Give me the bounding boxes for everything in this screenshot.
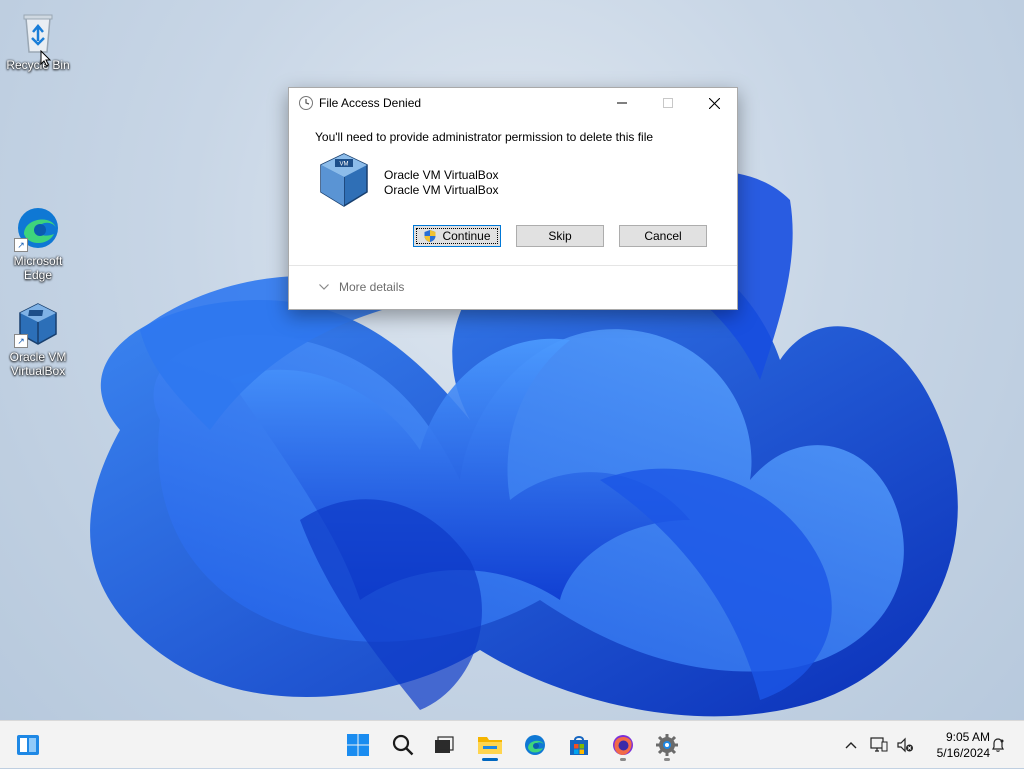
skip-button-label: Skip	[548, 229, 572, 243]
uac-shield-icon	[424, 230, 436, 242]
folder-icon	[478, 737, 502, 754]
taskbar-firefox-button[interactable]	[605, 727, 641, 763]
file-access-denied-dialog: File Access Denied You'll need to provid…	[288, 87, 738, 310]
maximize-button	[645, 88, 691, 118]
file-name: Oracle VM VirtualBox Oracle VM VirtualBo…	[384, 168, 499, 198]
dialog-message: You'll need to provide administrator per…	[315, 130, 654, 144]
desktop-icon-label: Recycle Bin	[6, 58, 70, 72]
windows-start-icon	[347, 734, 369, 756]
network-status-button[interactable]	[866, 721, 892, 769]
desktop-icon-recycle-bin[interactable]: Recycle Bin	[6, 8, 70, 72]
taskbar-start-button[interactable]	[340, 727, 376, 763]
store-icon	[570, 736, 588, 755]
cancel-button[interactable]: Cancel	[619, 225, 707, 247]
desktop-icon-edge[interactable]: ↗ Microsoft Edge	[6, 204, 70, 282]
search-icon	[392, 734, 414, 756]
minimize-icon	[617, 102, 627, 104]
taskbar-clock[interactable]: 9:05 AM 5/16/2024	[918, 729, 990, 761]
running-indicator	[482, 758, 498, 761]
notification-bell-icon	[992, 738, 1004, 752]
mouse-cursor-icon	[40, 50, 52, 67]
desktop-icon-label: Microsoft Edge	[13, 254, 63, 282]
volume-button[interactable]	[893, 721, 917, 769]
show-hidden-icons-button[interactable]	[840, 721, 862, 769]
svg-text:VM: VM	[340, 162, 349, 168]
dialog-title: File Access Denied	[319, 96, 422, 110]
edge-icon: ↗	[14, 204, 62, 252]
running-indicator	[664, 758, 670, 761]
more-details-toggle[interactable]: More details	[319, 280, 404, 294]
continue-button[interactable]: Continue	[413, 225, 501, 247]
virtualbox-file-icon: VM	[317, 150, 371, 210]
gear-icon	[656, 734, 678, 756]
task-view-icon	[435, 736, 454, 753]
file-name-line: Oracle VM VirtualBox	[384, 183, 499, 197]
continue-button-label: Continue	[442, 229, 491, 243]
close-icon	[708, 97, 720, 109]
desktop-icon-label: Oracle VM VirtualBox	[9, 350, 67, 378]
taskbar-file-explorer-button[interactable]	[472, 727, 508, 763]
desktop-icon-virtualbox[interactable]: ↗ Oracle VM VirtualBox	[6, 300, 70, 378]
chevron-down-icon	[319, 284, 329, 290]
close-button[interactable]	[691, 88, 737, 118]
clock-icon	[298, 95, 314, 111]
taskbar-search-button[interactable]	[385, 727, 421, 763]
firefox-icon	[613, 735, 633, 755]
taskbar-store-button[interactable]	[561, 727, 597, 763]
file-name-line: Oracle VM VirtualBox	[384, 168, 499, 182]
chevron-up-icon	[845, 742, 857, 749]
taskbar-settings-button[interactable]	[649, 727, 685, 763]
skip-button[interactable]: Skip	[516, 225, 604, 247]
recycle-bin-icon	[14, 8, 62, 56]
widgets-icon	[17, 735, 39, 755]
dialog-titlebar[interactable]: File Access Denied	[289, 88, 737, 118]
taskbar-widgets-button[interactable]	[10, 727, 46, 763]
network-monitor-icon	[870, 737, 888, 752]
edge-icon	[525, 735, 545, 755]
minimize-button[interactable]	[599, 88, 645, 118]
volume-muted-icon	[897, 737, 913, 753]
taskbar-task-view-button[interactable]	[426, 727, 462, 763]
notifications-button[interactable]	[986, 721, 1010, 769]
maximize-icon	[663, 98, 673, 108]
dialog-divider	[289, 265, 737, 266]
running-indicator	[620, 758, 626, 761]
taskbar-edge-button[interactable]	[517, 727, 553, 763]
shortcut-arrow-icon: ↗	[14, 238, 28, 252]
virtualbox-icon: ↗	[14, 300, 62, 348]
cancel-button-label: Cancel	[644, 229, 682, 243]
clock-date: 5/16/2024	[936, 746, 990, 760]
more-details-label: More details	[339, 280, 405, 294]
clock-time: 9:05 AM	[945, 730, 990, 744]
taskbar: 9:05 AM 5/16/2024	[0, 720, 1024, 768]
shortcut-arrow-icon: ↗	[14, 334, 28, 348]
